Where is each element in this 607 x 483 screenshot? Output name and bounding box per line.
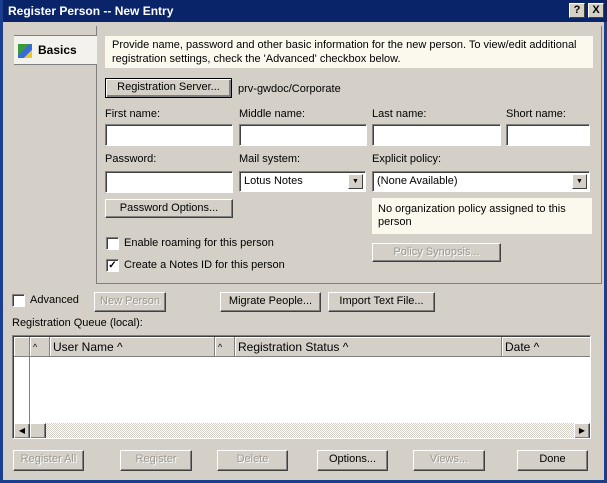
password-input[interactable] xyxy=(105,171,233,193)
short-name-label: Short name: xyxy=(506,108,566,120)
scroll-left-icon[interactable]: ◀ xyxy=(14,423,30,438)
basics-icon xyxy=(18,43,32,58)
first-name-label: First name: xyxy=(105,108,161,120)
middle-name-label: Middle name: xyxy=(239,108,306,120)
middle-name-input[interactable] xyxy=(239,124,367,146)
password-options-button[interactable]: Password Options... xyxy=(105,199,233,218)
explicit-policy-select[interactable]: (None Available) ▼ xyxy=(372,171,590,192)
last-name-input[interactable] xyxy=(372,124,501,146)
horizontal-scrollbar[interactable]: ◀ ▶ xyxy=(14,423,590,438)
policy-synopsis-button[interactable]: Policy Synopsis... xyxy=(372,243,501,262)
notes-id-label: Create a Notes ID for this person xyxy=(124,259,285,271)
dialog-window: Register Person -- New Entry ? X Basics … xyxy=(0,0,607,483)
tab-basics[interactable]: Basics xyxy=(14,35,97,65)
explicit-policy-label: Explicit policy: xyxy=(372,153,442,165)
advanced-checkbox[interactable] xyxy=(12,294,25,307)
options-button[interactable]: Options... xyxy=(317,450,388,471)
first-name-input[interactable] xyxy=(105,124,233,146)
policy-note: No organization policy assigned to this … xyxy=(372,198,592,234)
window-title: Register Person -- New Entry xyxy=(8,4,174,18)
chevron-down-icon[interactable]: ▼ xyxy=(348,174,363,189)
new-person-button[interactable]: New Person xyxy=(94,292,166,312)
mail-system-label: Mail system: xyxy=(239,153,301,165)
info-box: Provide name, password and other basic i… xyxy=(105,36,593,68)
register-all-button[interactable]: Register All xyxy=(13,450,84,471)
scrollbar-thumb[interactable] xyxy=(30,423,46,438)
registration-server-value: prv-gwdoc/Corporate xyxy=(238,83,341,95)
roaming-checkbox[interactable] xyxy=(106,237,119,250)
column-user-name[interactable]: User Name ^ xyxy=(50,337,215,357)
sort-arrow-icon[interactable]: ^ xyxy=(215,337,235,357)
registration-queue-table[interactable]: ^ User Name ^ ^ Registration Status ^ Da… xyxy=(12,335,591,439)
short-name-input[interactable] xyxy=(506,124,590,146)
close-button[interactable]: X xyxy=(588,3,604,18)
password-label: Password: xyxy=(105,153,157,165)
column-date[interactable]: Date ^ xyxy=(502,337,590,357)
notes-id-checkbox[interactable]: ✓ xyxy=(106,259,119,272)
last-name-label: Last name: xyxy=(372,108,427,120)
queue-label: Registration Queue (local): xyxy=(12,317,143,329)
views-button[interactable]: Views... xyxy=(413,450,485,471)
title-bar: Register Person -- New Entry ? X xyxy=(3,0,607,22)
scroll-right-icon[interactable]: ▶ xyxy=(574,423,590,438)
table-header: ^ User Name ^ ^ Registration Status ^ Da… xyxy=(14,337,590,357)
help-button[interactable]: ? xyxy=(569,3,585,18)
import-text-file-button[interactable]: Import Text File... xyxy=(328,292,435,312)
migrate-people-button[interactable]: Migrate People... xyxy=(220,292,321,312)
row-selector-divider xyxy=(29,357,30,427)
register-button[interactable]: Register xyxy=(120,450,192,471)
roaming-label: Enable roaming for this person xyxy=(124,237,274,249)
mail-system-select[interactable]: Lotus Notes ▼ xyxy=(239,171,366,192)
column-registration-status[interactable]: Registration Status ^ xyxy=(235,337,502,357)
select-column-header[interactable] xyxy=(14,337,30,357)
done-button[interactable]: Done xyxy=(517,450,588,471)
sort-arrow-icon[interactable]: ^ xyxy=(30,337,50,357)
delete-button[interactable]: Delete xyxy=(217,450,288,471)
registration-server-button[interactable]: Registration Server... xyxy=(105,78,232,98)
chevron-down-icon[interactable]: ▼ xyxy=(572,174,587,189)
advanced-label: Advanced xyxy=(30,294,79,306)
